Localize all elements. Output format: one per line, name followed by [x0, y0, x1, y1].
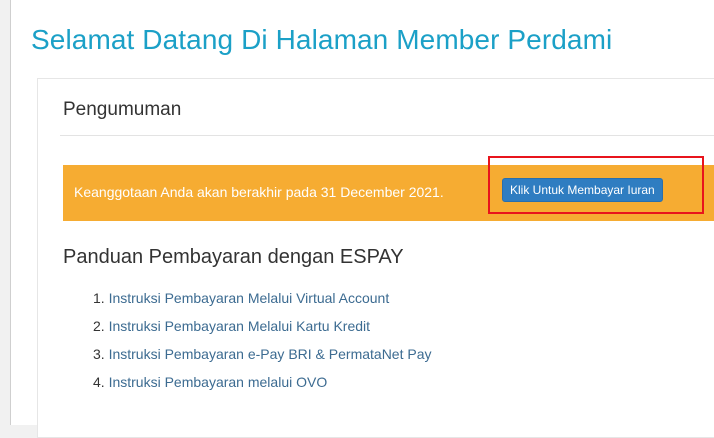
list-item-number: 3. — [93, 346, 105, 362]
pay-dues-button[interactable]: Klik Untuk Membayar Iuran — [502, 178, 663, 202]
payment-guide-heading: Panduan Pembayaran dengan ESPAY — [63, 246, 404, 268]
guide-link-credit-card[interactable]: Instruksi Pembayaran Melalui Kartu Kredi… — [109, 318, 370, 334]
panel-divider — [60, 135, 714, 136]
announcement-panel: Pengumuman Keanggotaan Anda akan berakhi… — [37, 78, 714, 438]
payment-guide-list: 1. Instruksi Pembayaran Melalui Virtual … — [93, 284, 432, 396]
list-item: 1. Instruksi Pembayaran Melalui Virtual … — [93, 284, 432, 312]
panel-heading: Pengumuman — [63, 99, 182, 120]
alert-message: Keanggotaan Anda akan berakhir pada 31 D… — [74, 184, 444, 200]
page-title: Selamat Datang Di Halaman Member Perdami — [31, 24, 613, 55]
list-item-number: 4. — [93, 374, 105, 390]
guide-link-virtual-account[interactable]: Instruksi Pembayaran Melalui Virtual Acc… — [109, 290, 390, 306]
list-item-number: 1. — [93, 290, 105, 306]
list-item: 4. Instruksi Pembayaran melalui OVO — [93, 368, 432, 396]
list-item: 3. Instruksi Pembayaran e-Pay BRI & Perm… — [93, 340, 432, 368]
page-frame: Selamat Datang Di Halaman Member Perdami… — [10, 0, 714, 438]
membership-expiry-alert: Keanggotaan Anda akan berakhir pada 31 D… — [63, 165, 714, 221]
guide-link-epay-bri-permatanet[interactable]: Instruksi Pembayaran e-Pay BRI & Permata… — [109, 346, 432, 362]
list-item: 2. Instruksi Pembayaran Melalui Kartu Kr… — [93, 312, 432, 340]
list-item-number: 2. — [93, 318, 105, 334]
guide-link-ovo[interactable]: Instruksi Pembayaran melalui OVO — [109, 374, 328, 390]
